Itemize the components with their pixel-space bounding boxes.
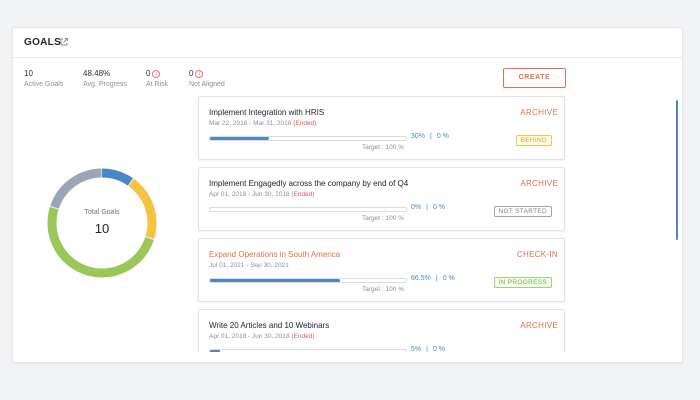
- external-link-icon[interactable]: [59, 37, 69, 47]
- goal-progress-value: 66.5%: [411, 275, 431, 282]
- goal-secondary-value: 0 %: [436, 133, 449, 140]
- goal-target: Target : 100 %: [362, 144, 404, 151]
- goal-secondary-value: 0 %: [432, 346, 446, 352]
- divider: |: [426, 346, 428, 352]
- create-button[interactable]: CREATE: [503, 68, 566, 88]
- goal-secondary-value: 0 %: [432, 204, 446, 211]
- stat-number: 0: [146, 69, 151, 78]
- goal-dates: Apr 01, 2018 - Jun 30, 2018 (Ended): [209, 191, 315, 198]
- stat-value: 48.48%: [83, 69, 111, 78]
- stat-value: 10: [24, 69, 33, 78]
- goal-progress-bar: [209, 136, 407, 141]
- goals-panel: GOALS 10 Active Goals 48.48% Avg. Progre…: [12, 27, 683, 363]
- stat-value: 0i: [189, 69, 225, 79]
- goal-action-button[interactable]: CHECK-IN: [517, 250, 558, 259]
- stat-active-goals: 10 Active Goals: [24, 69, 63, 89]
- status-badge: IN PROGRESS: [493, 277, 552, 288]
- goal-dates: Mar 22, 2018 - Mar 31, 2018 (Ended): [209, 120, 316, 127]
- goal-title[interactable]: Write 20 Articles and 10 Webinars: [209, 321, 329, 330]
- goal-date-range: Jul 01, 2021 - Sep 30, 2021: [209, 262, 289, 269]
- goal-progress-fill: [210, 137, 269, 140]
- goal-ended-flag: (Ended): [293, 120, 317, 127]
- stat-value: 0i: [146, 69, 168, 79]
- goal-card[interactable]: Implement Integration with HRIS Mar 22, 2…: [198, 96, 565, 160]
- goal-progress-text: 30% | 0 %: [411, 133, 449, 140]
- goal-target: Target : 100 %: [362, 215, 404, 222]
- goal-progress-text: 66.5% | 0 %: [411, 275, 455, 282]
- divider: |: [435, 275, 438, 282]
- goal-progress-value: 30%: [411, 133, 426, 140]
- goal-progress-fill: [210, 279, 341, 282]
- stat-label: Active Goals: [24, 81, 64, 88]
- goal-progress-value: 5%: [411, 346, 422, 352]
- stat-label: Avg. Progress: [83, 81, 127, 88]
- goal-date-range: Apr 01, 2018 - Jun 30, 2018: [209, 191, 290, 198]
- goal-secondary-value: 0 %: [442, 275, 455, 282]
- goal-action-button[interactable]: ARCHIVE: [520, 108, 558, 117]
- goal-title[interactable]: Implement Engagedly across the company b…: [209, 179, 408, 188]
- divider: |: [430, 133, 432, 140]
- stat-number: 0: [189, 69, 194, 78]
- stat-at-risk: 0i At Risk: [146, 69, 168, 89]
- goal-progress-bar: [209, 349, 407, 352]
- stat-label: Not Aligned: [189, 81, 225, 88]
- goal-title[interactable]: Implement Integration with HRIS: [209, 108, 324, 117]
- goal-action-button[interactable]: ARCHIVE: [520, 179, 558, 188]
- info-icon[interactable]: i: [152, 70, 161, 78]
- goal-progress-bar: [209, 278, 407, 283]
- donut-value: 10: [94, 221, 110, 236]
- goal-progress-bar: [209, 207, 407, 212]
- goal-progress-text: 0% | 0 %: [411, 204, 445, 211]
- goal-card[interactable]: Implement Engagedly across the company b…: [198, 167, 565, 231]
- goal-list[interactable]: Implement Integration with HRIS Mar 22, 2…: [197, 96, 569, 352]
- goal-dates: Jul 01, 2021 - Sep 30, 2021: [209, 262, 289, 269]
- status-badge: NOT STARTED: [493, 206, 552, 217]
- goal-ended-flag: (Ended): [291, 333, 315, 340]
- scrollbar[interactable]: [676, 100, 678, 240]
- goal-dates: Apr 01, 2018 - Jun 30, 2018 (Ended): [209, 333, 315, 340]
- goal-date-range: Mar 22, 2018 - Mar 31, 2018: [209, 120, 292, 127]
- panel-header: GOALS: [13, 28, 682, 58]
- goal-card[interactable]: Expand Operations in South America Jul 01…: [198, 238, 565, 302]
- goal-target: Target : 100 %: [362, 286, 404, 293]
- info-icon[interactable]: i: [195, 70, 204, 78]
- stat-label: At Risk: [146, 81, 169, 88]
- goal-title[interactable]: Expand Operations in South America: [209, 250, 340, 259]
- stat-avg-progress: 48.48% Avg. Progress: [83, 69, 127, 89]
- goal-progress-value: 0%: [411, 204, 422, 211]
- stat-not-aligned: 0i Not Aligned: [189, 69, 225, 89]
- goal-card[interactable]: Write 20 Articles and 10 Webinars Apr 01,…: [198, 309, 565, 352]
- page-title: GOALS: [24, 37, 62, 48]
- goal-progress-fill: [210, 350, 220, 352]
- divider: |: [426, 204, 428, 211]
- goal-ended-flag: (Ended): [291, 191, 315, 198]
- goal-date-range: Apr 01, 2018 - Jun 30, 2018: [209, 333, 290, 340]
- donut-label: Total Goals: [84, 209, 120, 216]
- status-badge: BEHIND: [515, 135, 552, 146]
- goal-progress-text: 5% | 0 %: [411, 346, 445, 352]
- goal-action-button[interactable]: ARCHIVE: [520, 321, 558, 330]
